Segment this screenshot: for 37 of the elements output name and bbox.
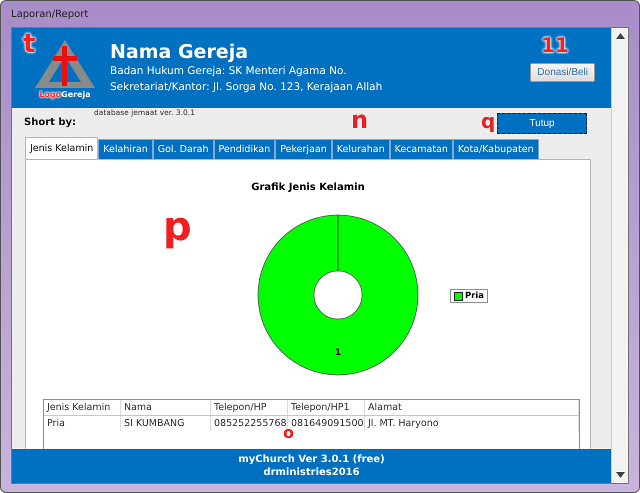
tab[interactable]: Kecamatan	[390, 139, 453, 159]
column-header: Nama	[121, 400, 211, 415]
tab[interactable]: Pendidikan	[214, 139, 276, 159]
legend-label: Pria	[464, 291, 484, 301]
legal-text: Badan Hukum Gereja: SK Menteri Agama No.	[110, 64, 348, 79]
column-header: Telepon/HP1	[288, 400, 365, 415]
window-title: Laporan/Report	[11, 8, 88, 20]
column-header: Jenis Kelamin	[44, 400, 121, 415]
church-name: Nama Gereja	[110, 41, 250, 63]
donut-hole	[314, 270, 362, 320]
address-text: Sekretariat/Kantor: Jl. Sorga No. 123, Kerajaan Allah	[110, 80, 384, 95]
tab[interactable]: Kota/Kabupaten	[452, 139, 539, 159]
annotation-label: 11	[541, 35, 569, 55]
legend-swatch	[454, 292, 463, 300]
annotation-label: n	[351, 108, 368, 132]
scrollbar[interactable]	[611, 28, 628, 483]
column-header: Alamat	[365, 400, 579, 415]
data-label: 1	[334, 348, 342, 358]
chart-title: Grafik Jenis Kelamin	[251, 182, 365, 193]
sort-label: Short by:	[24, 117, 78, 128]
tab[interactable]: Kelurahan	[332, 139, 390, 159]
table-cell: Jl. MT. Haryono	[365, 416, 579, 431]
tab[interactable]: Gol. Darah	[152, 139, 214, 159]
tab[interactable]: Pekerjaan	[275, 139, 332, 159]
table-cell: SI KUMBANG	[121, 416, 211, 431]
app-version: myChurch Ver 3.0.1 (free)	[238, 454, 385, 465]
scroll-up-icon[interactable]	[616, 33, 624, 39]
donate-button[interactable]: Donasi/Beli	[530, 63, 595, 82]
column-header: Telepon/HP	[211, 400, 288, 415]
close-button[interactable]: Tutup	[497, 113, 587, 134]
scroll-down-icon[interactable]	[616, 472, 624, 478]
annotation-label: q	[481, 111, 496, 131]
table-cell: Pria	[44, 416, 121, 431]
annotation-label: p	[163, 207, 192, 247]
tab[interactable]: Kelahiran	[98, 139, 153, 159]
author-text: drministries2016	[263, 467, 360, 478]
tab[interactable]: Jenis Kelamin	[25, 137, 98, 159]
